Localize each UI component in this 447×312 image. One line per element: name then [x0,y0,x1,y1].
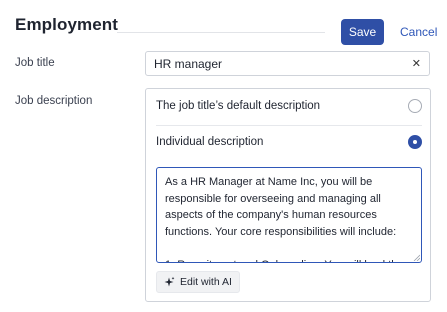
job-title-value: HR manager [154,57,223,71]
option-divider [156,125,422,126]
job-description-card: The job title’s default description Indi… [145,88,431,302]
job-title-input[interactable]: HR manager ✕ [145,51,430,76]
edit-with-ai-label: Edit with AI [180,276,232,288]
cancel-button[interactable]: Cancel [400,25,437,39]
save-button[interactable]: Save [341,19,384,45]
option-default-label: The job title’s default description [156,100,321,112]
option-default-description[interactable]: The job title’s default description [156,95,422,119]
close-icon[interactable]: ✕ [412,57,421,71]
page-title: Employment [15,15,119,34]
job-description-label: Job description [15,95,93,107]
sparkle-icon [164,276,175,287]
radio-individual-description[interactable] [408,135,422,149]
edit-with-ai-button[interactable]: Edit with AI [156,271,240,293]
job-title-label: Job title [15,57,55,69]
option-individual-label: Individual description [156,136,264,148]
description-textarea[interactable]: As a HR Manager at Name Inc, you will be… [156,167,422,263]
radio-default-description[interactable] [408,99,422,113]
description-text: As a HR Manager at Name Inc, you will be… [165,176,404,262]
title-divider [117,32,325,33]
resize-grip-icon[interactable] [413,254,420,261]
option-individual-description[interactable]: Individual description [156,131,422,155]
